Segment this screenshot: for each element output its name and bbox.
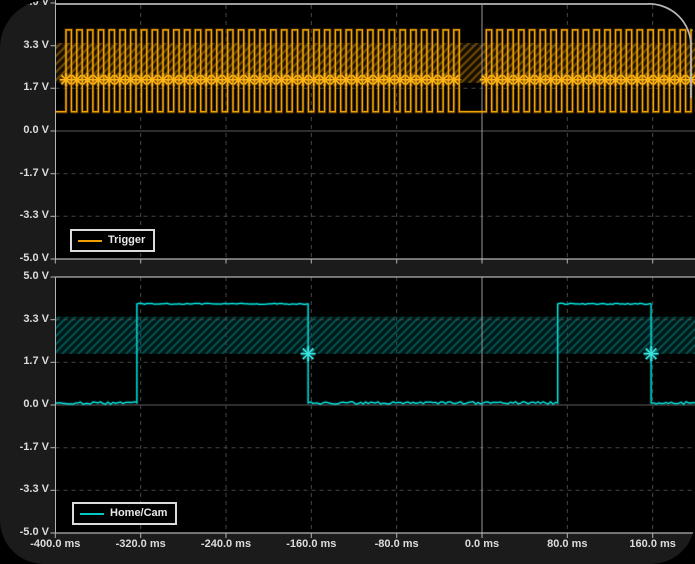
trigger-legend-label: Trigger [108,234,145,247]
oscilloscope-window: 5.0 V3.3 V1.7 V0.0 V-1.7 V-3.3 V-5.0 V5.… [0,0,695,564]
homecam-legend-label: Home/Cam [110,507,167,520]
panel-top [51,0,695,264]
threshold-band [56,317,695,354]
trigger-line-swatch [78,240,102,242]
panel-bottom [51,277,695,538]
scope-canvas [0,0,695,564]
legend-trigger[interactable]: Trigger [70,229,155,252]
homecam-line-swatch [80,513,104,515]
legend-homecam[interactable]: Home/Cam [72,502,177,525]
